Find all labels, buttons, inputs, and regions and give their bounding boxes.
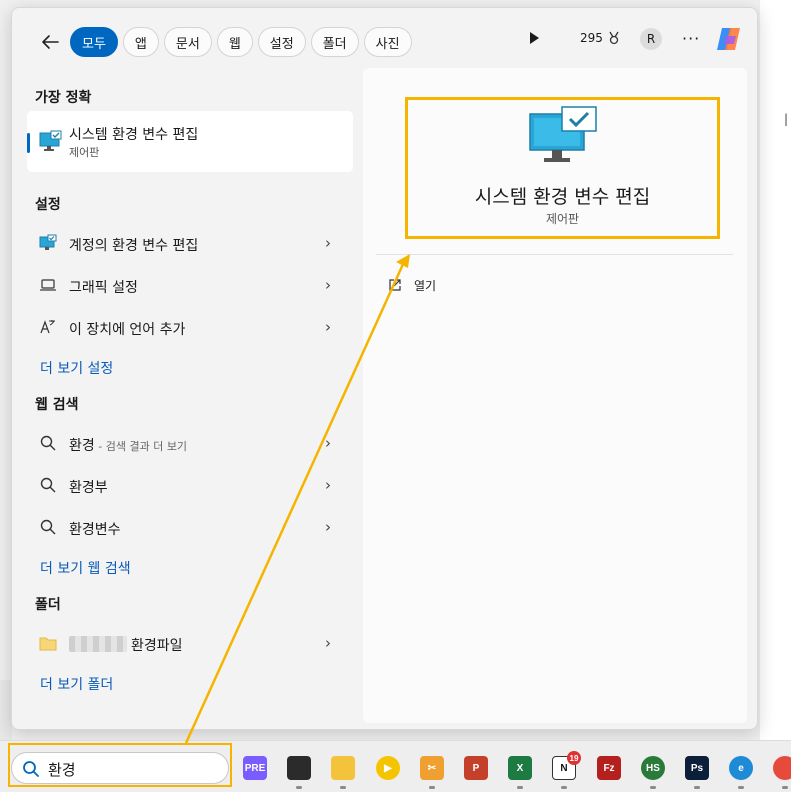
tab-settings[interactable]: 설정 [257,27,306,57]
search-icon [40,519,56,535]
edge-icon[interactable]: e [729,756,753,780]
web-item-suffix: - 검색 결과 더 보기 [94,440,188,453]
open-label: 열기 [414,278,437,293]
best-match-subtitle: 제어판 [69,146,100,159]
best-match-heading: 가장 정확 [35,90,92,106]
chrome-icon[interactable] [773,756,791,780]
web-item-label: 환경부 [69,480,108,496]
copilot-pre-icon[interactable]: PRE [243,756,267,780]
file-explorer-icon[interactable] [331,756,355,780]
web-item-hwangyeong[interactable]: 환경 - 검색 결과 더 보기 › [27,424,353,462]
laptop-icon [40,279,56,291]
search-icon [40,435,56,451]
chevron-right-icon[interactable]: › [325,476,331,494]
chevron-right-icon[interactable]: › [325,434,331,452]
filter-tabs: 모두 앱 문서 웹 설정 폴더 사진 [70,27,412,57]
chevron-right-icon[interactable]: › [325,276,331,294]
snipping-tool-icon[interactable]: ✂ [420,756,444,780]
more-web-search-link[interactable]: 더 보기 웹 검색 [40,558,131,578]
media-player-icon[interactable]: ▶ [376,756,400,780]
avatar[interactable]: R [640,28,662,50]
folder-item-label: 환경파일 [131,638,183,654]
settings-item-label: 그래픽 설정 [69,280,138,296]
filezilla-icon[interactable]: Fz [597,756,621,780]
hs-app-icon[interactable]: HS [641,756,665,780]
running-indicator [694,786,700,789]
notion-icon[interactable]: N 19 [552,751,581,780]
folder-icon [39,637,57,651]
web-item-hwangyeongbu[interactable]: 환경부 › [27,466,353,504]
copilot-icon[interactable] [714,24,744,54]
tab-photos[interactable]: 사진 [363,27,412,57]
redacted-path [69,636,127,652]
back-arrow-icon[interactable] [38,30,62,54]
preview-subtitle: 제어판 [545,212,580,226]
rewards-points[interactable]: 295 [580,31,621,45]
running-indicator [782,786,788,789]
divider [376,254,733,255]
photoshop-icon[interactable]: Ps [685,756,709,780]
running-indicator [738,786,744,789]
more-options-icon[interactable]: ··· [682,29,700,48]
play-icon[interactable] [527,31,541,45]
running-indicator [429,786,435,789]
settings-item-label: 이 장치에 언어 추가 [69,322,186,338]
settings-item-label: 계정의 환경 변수 편집 [69,238,199,254]
web-item-hwangyeongbyeonsu[interactable]: 환경변수 › [27,508,353,546]
tab-folders[interactable]: 폴더 [310,27,359,57]
chevron-right-icon[interactable]: › [325,318,331,336]
more-settings-link[interactable]: 더 보기 설정 [40,358,113,378]
tab-documents[interactable]: 문서 [163,27,212,57]
search-highlight-box [8,743,232,787]
preview-title: 시스템 환경 변수 편집 [474,186,651,208]
web-item-label: 환경 - 검색 결과 더 보기 [69,438,188,454]
system-properties-icon [39,130,62,151]
monitor-check-icon [39,234,57,250]
running-indicator [296,786,302,789]
settings-item-account-env[interactable]: 계정의 환경 변수 편집 › [27,224,353,262]
settings-item-graphics[interactable]: 그래픽 설정 › [27,266,353,304]
background-window: | [760,0,791,740]
running-indicator [650,786,656,789]
tab-web[interactable]: 웹 [216,27,253,57]
chevron-right-icon[interactable]: › [325,634,331,652]
best-match-item[interactable]: 시스템 환경 변수 편집 제어판 [27,111,353,172]
chevron-right-icon[interactable]: › [325,234,331,252]
language-icon [40,320,55,334]
folder-item[interactable]: 환경파일 › [27,624,353,662]
running-indicator [517,786,523,789]
medal-icon [609,31,619,45]
open-action[interactable]: 열기 [388,274,436,296]
tab-apps[interactable]: 앱 [122,27,159,57]
settings-heading: 설정 [35,197,61,213]
powerpoint-icon[interactable]: P [464,756,488,780]
tab-all[interactable]: 모두 [70,27,118,57]
web-search-heading: 웹 검색 [35,397,79,413]
excel-icon[interactable]: X [508,756,532,780]
task-view-icon[interactable] [287,756,311,780]
best-match-title: 시스템 환경 변수 편집 [69,127,199,143]
settings-item-language[interactable]: 이 장치에 언어 추가 › [27,308,353,346]
running-indicator [340,786,346,789]
web-item-label: 환경변수 [69,522,121,538]
folders-heading: 폴더 [35,597,61,613]
points-value: 295 [580,31,603,45]
selection-indicator [27,133,30,153]
search-icon [40,477,56,493]
chevron-right-icon[interactable]: › [325,518,331,536]
open-external-icon [389,279,401,291]
notification-badge: 19 [567,751,581,765]
running-indicator [561,786,567,789]
more-folders-link[interactable]: 더 보기 폴더 [40,674,113,694]
